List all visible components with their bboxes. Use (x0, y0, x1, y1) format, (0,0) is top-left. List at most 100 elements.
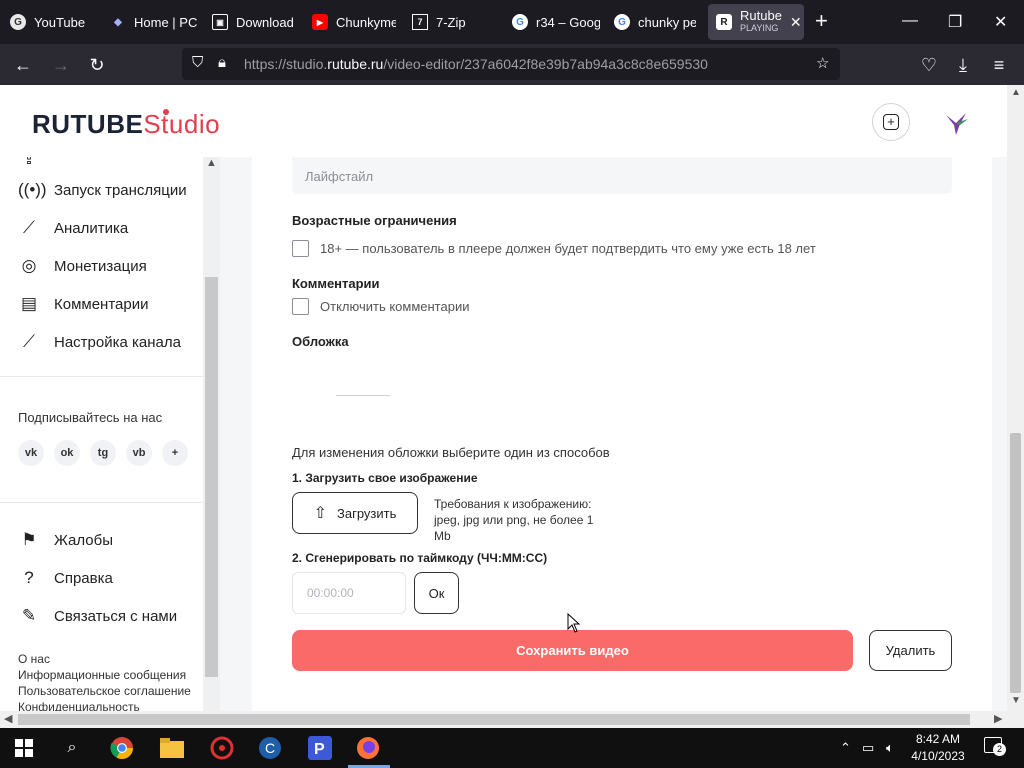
comments-title: Комментарии (292, 276, 380, 291)
page-hscroll-thumb[interactable] (18, 714, 970, 725)
downloads-icon[interactable]: ⤓ (950, 52, 976, 78)
url-text[interactable]: https://studio.rutube.ru/video-editor/23… (244, 56, 708, 72)
category-field[interactable]: Лайфстайл (292, 157, 952, 194)
pocket-icon[interactable]: ♡ (916, 52, 942, 78)
avatar[interactable] (938, 105, 974, 141)
scroll-left-arrow-icon[interactable]: ◀ (4, 712, 12, 725)
upload-image-button[interactable]: ⇧ Загрузить (292, 492, 418, 534)
scroll-right-arrow-icon[interactable]: ▶ (994, 712, 1002, 725)
page-content: RUTUBEStudio + ⇪ ((•)) Запуск трансляции… (0, 85, 1024, 728)
viber-icon[interactable]: vb (126, 440, 152, 466)
chrome-icon[interactable] (108, 734, 136, 762)
ok-button[interactable]: Ок (414, 572, 459, 614)
rutube-studio-logo[interactable]: RUTUBEStudio (32, 109, 220, 140)
footer-link-privacy[interactable]: Конфиденциальность (18, 700, 140, 711)
shield-icon[interactable]: ⛉ (192, 54, 203, 71)
tab-home-pc[interactable]: ◆ Home | PC (110, 4, 200, 40)
chart-line-icon: ⟋ (23, 218, 35, 237)
sidebar-item-contact[interactable]: ✎ Связаться с нами (18, 604, 177, 628)
tab-youtube[interactable]: G YouTube (10, 4, 102, 40)
pcgaming-icon: ◆ (114, 16, 122, 28)
sidebar-item-partial[interactable]: ⇪ (18, 157, 54, 171)
browser-nav-bar: ← → ↻ ⛉ 🔒︎ https://studio.rutube.ru/vide… (0, 44, 1024, 85)
ccleaner-icon[interactable]: C (256, 734, 284, 762)
p-app-icon[interactable]: P (306, 734, 334, 762)
scroll-down-arrow-icon[interactable]: ▼ (1011, 695, 1021, 706)
sidebar-scroll-thumb[interactable] (205, 277, 218, 677)
disable-comments-checkbox[interactable] (292, 298, 309, 315)
clock[interactable]: 8:42 AM 4/10/2023 (908, 731, 968, 765)
vk-icon[interactable]: vk (18, 440, 44, 466)
page-horizontal-scrollbar[interactable]: ◀ ▶ (0, 711, 1024, 728)
restore-icon[interactable]: ❐ (948, 12, 962, 32)
image-requirements: Требования к изображению: jpeg, jpg или … (434, 497, 594, 543)
windows-taskbar: ⌕ C P ⌃ ▭ 🔈︎ 8:42 AM 4/10/2023 2 (0, 728, 1024, 768)
back-arrow-icon[interactable]: ← (10, 52, 36, 78)
search-icon[interactable]: ⌕ (58, 734, 86, 762)
upload-video-button[interactable]: + (872, 103, 910, 141)
menu-icon[interactable]: ≡ (986, 52, 1012, 78)
new-tab-button[interactable]: + (815, 10, 828, 32)
age-restriction-checkbox[interactable] (292, 240, 309, 257)
bookmark-star-icon[interactable]: ☆ (816, 54, 829, 72)
forward-arrow-icon[interactable]: → (48, 52, 74, 78)
reload-icon[interactable]: ↻ (84, 52, 110, 78)
site-header: RUTUBEStudio + (0, 85, 1024, 157)
scroll-up-arrow-icon[interactable]: ▲ (1011, 87, 1021, 98)
lock-icon[interactable]: 🔒︎ (218, 54, 226, 71)
hummingbird-icon (946, 113, 968, 135)
sidebar-item-complaints[interactable]: ⚑ Жалобы (18, 528, 113, 552)
url-bar[interactable]: ⛉ 🔒︎ https://studio.rutube.ru/video-edit… (182, 48, 840, 80)
odnoklassniki-icon[interactable]: ok (54, 440, 80, 466)
zen-icon[interactable]: + (162, 440, 188, 466)
close-tab-icon[interactable]: ✕ (790, 14, 802, 31)
windows-start-icon[interactable] (10, 734, 38, 762)
file-explorer-icon[interactable] (158, 734, 186, 762)
cloud-upload-icon: ⇧ (313, 505, 328, 522)
sidebar-item-broadcast[interactable]: ((•)) Запуск трансляции (18, 178, 187, 202)
close-window-icon[interactable]: ✕ (994, 12, 1007, 32)
volume-icon[interactable]: 🔈︎ (886, 740, 894, 756)
sidebar-item-monetization[interactable]: ◎ Монетизация (18, 254, 147, 278)
firefox-icon[interactable] (354, 734, 382, 762)
network-icon[interactable]: ▭ (862, 740, 874, 756)
minimize-icon[interactable]: — (902, 12, 918, 30)
broadcast-icon: ((•)) (18, 180, 47, 199)
option-timecode-title: 2. Сгенерировать по таймкоду (ЧЧ:ММ:СС) (292, 551, 548, 565)
chevron-up-icon[interactable]: ⌃ (840, 740, 851, 756)
timecode-input[interactable] (292, 572, 406, 614)
disable-comments-row[interactable]: Отключить комментарии (292, 298, 469, 315)
age-restriction-row[interactable]: 18+ — пользователь в плеере должен будет… (292, 240, 816, 257)
mouse-cursor-icon (567, 613, 581, 633)
rutube-icon: R (716, 14, 732, 30)
cover-title: Обложка (292, 334, 349, 349)
scroll-up-arrow-icon[interactable]: ▲ (206, 157, 217, 169)
google-icon: G (614, 14, 630, 30)
delete-button[interactable]: Удалить (869, 630, 952, 671)
footer-link-user-agreement[interactable]: Пользовательское соглашение (18, 684, 191, 698)
sidebar-item-comments[interactable]: ▤ Комментарии (18, 292, 149, 316)
page-scroll-thumb[interactable] (1010, 433, 1021, 693)
sidebar-item-help[interactable]: ? Справка (18, 566, 113, 590)
sidebar-item-channel-settings[interactable]: ⟋ Настройка канала (18, 330, 181, 354)
notifications-icon[interactable]: 2 (984, 737, 1006, 756)
magic-wand-icon: ⟋ (23, 332, 35, 351)
tab-rutube-active[interactable]: R Rutube PLAYING ✕ (708, 4, 804, 40)
age-restrictions-title: Возрастные ограничения (292, 213, 457, 228)
footer-link-info-messages[interactable]: Информационные сообщения (18, 668, 186, 682)
tab-download[interactable]: ▣ Download (212, 4, 304, 40)
svg-text:P: P (314, 741, 325, 758)
sidebar-scrollbar[interactable]: ▲ (203, 157, 220, 711)
plus-icon: + (883, 114, 899, 130)
game-app-icon[interactable] (208, 734, 236, 762)
page-vertical-scrollbar[interactable]: ▲ ▼ (1007, 85, 1024, 711)
tab-7zip[interactable]: 7 7-Zip (412, 4, 496, 40)
tab-r34-google[interactable]: G r34 – Goog (512, 4, 600, 40)
footer-link-about[interactable]: О нас (18, 652, 50, 666)
save-video-button[interactable]: Сохранить видео (292, 630, 853, 671)
cover-hint: Для изменения обложки выберите один из с… (292, 445, 610, 460)
tab-chunkyme[interactable]: ▶ Chunkyme (312, 4, 396, 40)
telegram-icon[interactable]: tg (90, 440, 116, 466)
tab-chunky-google[interactable]: G chunky pe (614, 4, 696, 40)
sidebar-item-analytics[interactable]: ⟋ Аналитика (18, 216, 128, 240)
